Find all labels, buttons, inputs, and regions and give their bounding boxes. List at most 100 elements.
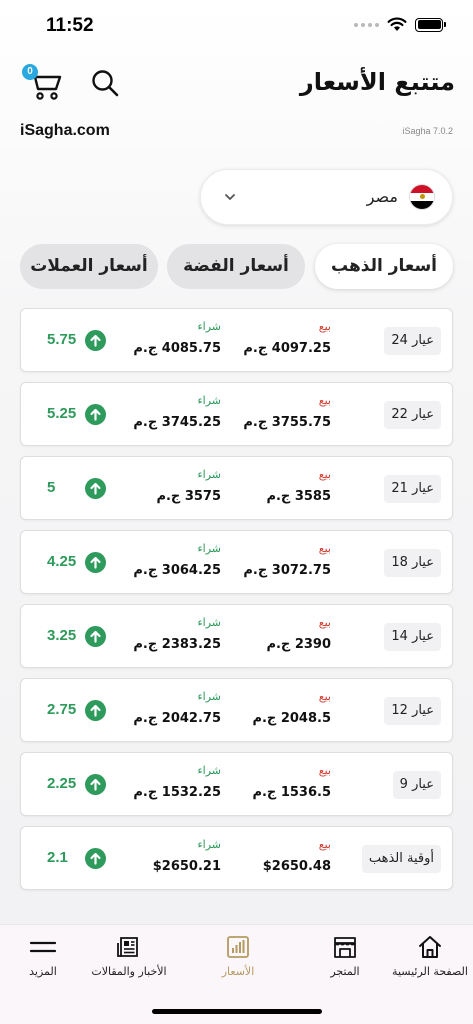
status-time: 11:52 (46, 15, 94, 36)
country-name: مصر (366, 187, 398, 206)
sell-label: بيع (318, 394, 331, 407)
header: 0 متتبع الأسعار (0, 58, 473, 108)
buy-label: شراء (197, 616, 221, 629)
nav-store-label: المتجر (330, 965, 360, 978)
sell-price: 3755.75 ج.م (243, 415, 331, 430)
buy-price: 2383.25 ج.م (133, 637, 221, 652)
sell-label: بيع (318, 838, 331, 851)
nav-home[interactable]: الصفحة الرئيسية (388, 933, 472, 978)
buy-price: 3575 ج.م (156, 489, 221, 504)
price-change-value: 4.25 (47, 553, 77, 570)
tab-currency-prices[interactable]: أسعار العملات (20, 244, 158, 289)
sell-price: 2048.5 ج.م (252, 711, 331, 726)
buy-label: شراء (197, 468, 221, 481)
nav-prices[interactable]: الأسعار (200, 933, 276, 978)
sell-price: 2390 ج.م (266, 637, 331, 652)
cart-count-badge: 0 (22, 64, 38, 80)
sell-label: بيع (318, 320, 331, 333)
search-icon (92, 70, 119, 97)
newspaper-icon (114, 933, 144, 961)
egypt-flag-icon (409, 184, 435, 210)
arrow-up-icon (85, 552, 106, 573)
buy-label: شراء (197, 838, 221, 851)
buy-price: 3745.25 ج.م (133, 415, 221, 430)
price-change-value: 5.75 (47, 331, 77, 348)
home-indicator (152, 1009, 322, 1014)
karat-label: عيار 9 (392, 771, 441, 799)
buy-label: شراء (197, 690, 221, 703)
arrow-up-icon (85, 848, 106, 869)
price-change-value: 3.25 (47, 627, 77, 644)
home-icon (415, 933, 445, 961)
karat-label: أوقية الذهب (361, 845, 441, 873)
arrow-up-icon (85, 478, 106, 499)
menu-icon (28, 933, 58, 961)
search-button[interactable] (90, 68, 120, 98)
sell-label: بيع (318, 764, 331, 777)
buy-price: 4085.75 ج.م (133, 341, 221, 356)
buy-label: شراء (197, 394, 221, 407)
chevron-down-icon (225, 194, 235, 200)
karat-label: عيار 12 (384, 697, 441, 725)
sell-price: 3072.75 ج.م (243, 563, 331, 578)
sell-price: 4097.25 ج.م (243, 341, 331, 356)
price-row[interactable]: عيار 14 بيع 2390 ج.م شراء 2383.25 ج.م 3.25 (20, 604, 453, 668)
cart-button[interactable]: 0 (22, 64, 64, 102)
price-row[interactable]: عيار 21 بيع 3585 ج.م شراء 3575 ج.م 5 (20, 456, 453, 520)
buy-price: 2042.75 ج.م (133, 711, 221, 726)
nav-prices-label: الأسعار (221, 965, 255, 978)
status-bar: 11:52 (0, 0, 473, 52)
wifi-icon (387, 17, 407, 32)
buy-label: شراء (197, 320, 221, 333)
price-tabs: أسعار الذهب أسعار الفضة أسعار العملات (0, 244, 473, 290)
arrow-up-icon (85, 700, 106, 721)
page-title: متتبع الأسعار (299, 68, 455, 96)
sell-price: $2650.48 (262, 859, 331, 874)
sell-label: بيع (318, 616, 331, 629)
sell-label: بيع (318, 542, 331, 555)
bar-chart-icon (223, 933, 253, 961)
nav-more[interactable]: المزيد (14, 933, 72, 978)
buy-price: 1532.25 ج.م (133, 785, 221, 800)
price-change-value: 2.25 (47, 775, 77, 792)
buy-label: شراء (197, 542, 221, 555)
price-row[interactable]: أوقية الذهب بيع $2650.48 شراء $2650.21 2.1 (20, 826, 453, 890)
sell-price: 3585 ج.م (266, 489, 331, 504)
status-icons (354, 17, 446, 32)
nav-news-label: الأخبار والمقالات (91, 965, 167, 978)
sell-label: بيع (318, 690, 331, 703)
country-selector[interactable]: مصر (200, 169, 453, 225)
karat-label: عيار 14 (384, 623, 441, 651)
karat-label: عيار 18 (384, 549, 441, 577)
price-row[interactable]: عيار 18 بيع 3072.75 ج.م شراء 3064.25 ج.م 4.25 (20, 530, 453, 594)
price-row[interactable]: عيار 24 بيع 4097.25 ج.م شراء 4085.75 ج.م 5.75 (20, 308, 453, 372)
arrow-up-icon (85, 330, 106, 351)
arrow-up-icon (85, 774, 106, 795)
karat-label: عيار 22 (384, 401, 441, 429)
sell-label: بيع (318, 468, 331, 481)
nav-news[interactable]: الأخبار والمقالات (84, 933, 174, 978)
site-name: iSagha.com (20, 122, 110, 139)
price-change-value: 2.1 (47, 849, 68, 866)
buy-label: شراء (197, 764, 221, 777)
app-version: iSagha 7.0.2 (402, 126, 453, 136)
price-row[interactable]: عيار 12 بيع 2048.5 ج.م شراء 2042.75 ج.م 2.75 (20, 678, 453, 742)
battery-icon (415, 17, 446, 32)
price-row[interactable]: عيار 9 بيع 1536.5 ج.م شراء 1532.25 ج.م 2.25 (20, 752, 453, 816)
arrow-up-icon (85, 626, 106, 647)
price-row[interactable]: عيار 22 بيع 3755.75 ج.م شراء 3745.25 ج.م 5.25 (20, 382, 453, 446)
nav-store[interactable]: المتجر (310, 933, 380, 978)
arrow-up-icon (85, 404, 106, 425)
price-change-value: 5.25 (47, 405, 77, 422)
nav-home-label: الصفحة الرئيسية (392, 965, 468, 978)
nav-more-label: المزيد (29, 965, 57, 978)
gold-price-list: عيار 24 بيع 4097.25 ج.م شراء 4085.75 ج.م 5.75… (20, 308, 453, 900)
tab-silver-prices[interactable]: أسعار الفضة (167, 244, 305, 289)
karat-label: عيار 24 (384, 327, 441, 355)
karat-label: عيار 21 (384, 475, 441, 503)
sell-price: 1536.5 ج.م (252, 785, 331, 800)
tab-gold-prices[interactable]: أسعار الذهب (315, 244, 453, 289)
price-change-value: 2.75 (47, 701, 77, 718)
buy-price: 3064.25 ج.م (133, 563, 221, 578)
buy-price: $2650.21 (152, 859, 221, 874)
